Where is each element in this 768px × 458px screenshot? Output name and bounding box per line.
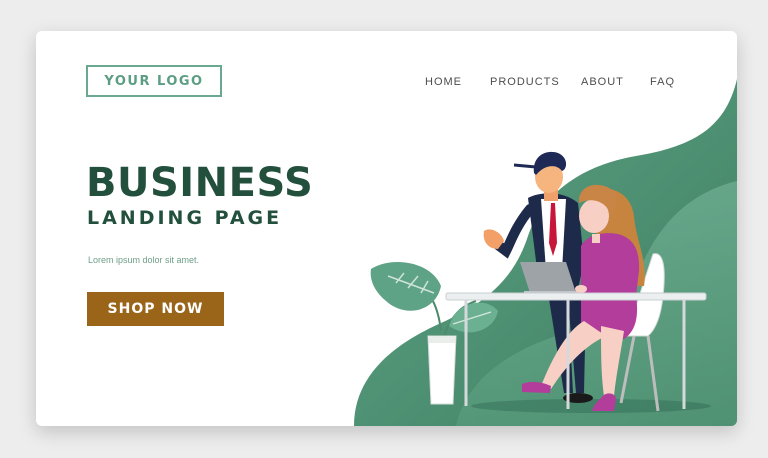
landing-page-card: YOUR LOGO HOME PRODUCTS ABOUT FAQ BUSINE… [36,31,737,426]
business-illustration [354,79,737,426]
